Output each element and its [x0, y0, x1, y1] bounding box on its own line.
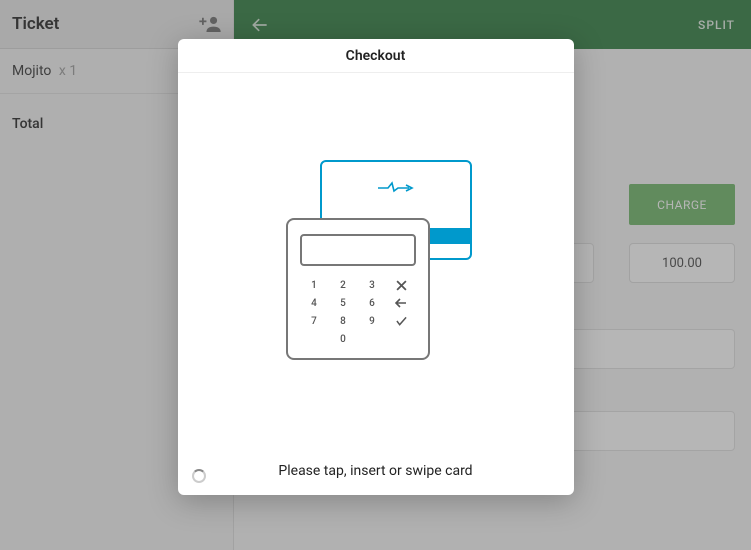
modal-footer: Please tap, insert or swipe card — [178, 447, 574, 495]
prompt-text: Please tap, insert or swipe card — [278, 463, 472, 479]
modal-body: 123 456 789 0 — [178, 73, 574, 447]
loading-spinner-icon — [192, 469, 206, 483]
pinpad-icon: 123 456 789 0 — [286, 218, 430, 360]
checkout-modal: Checkout 123 456 789 0 — [178, 39, 574, 495]
app-root: Ticket Mojito x 1 Total SPLIT CHARGE 100… — [0, 0, 751, 550]
card-reader-illustration: 123 456 789 0 — [286, 160, 466, 360]
modal-title: Checkout — [178, 39, 574, 73]
